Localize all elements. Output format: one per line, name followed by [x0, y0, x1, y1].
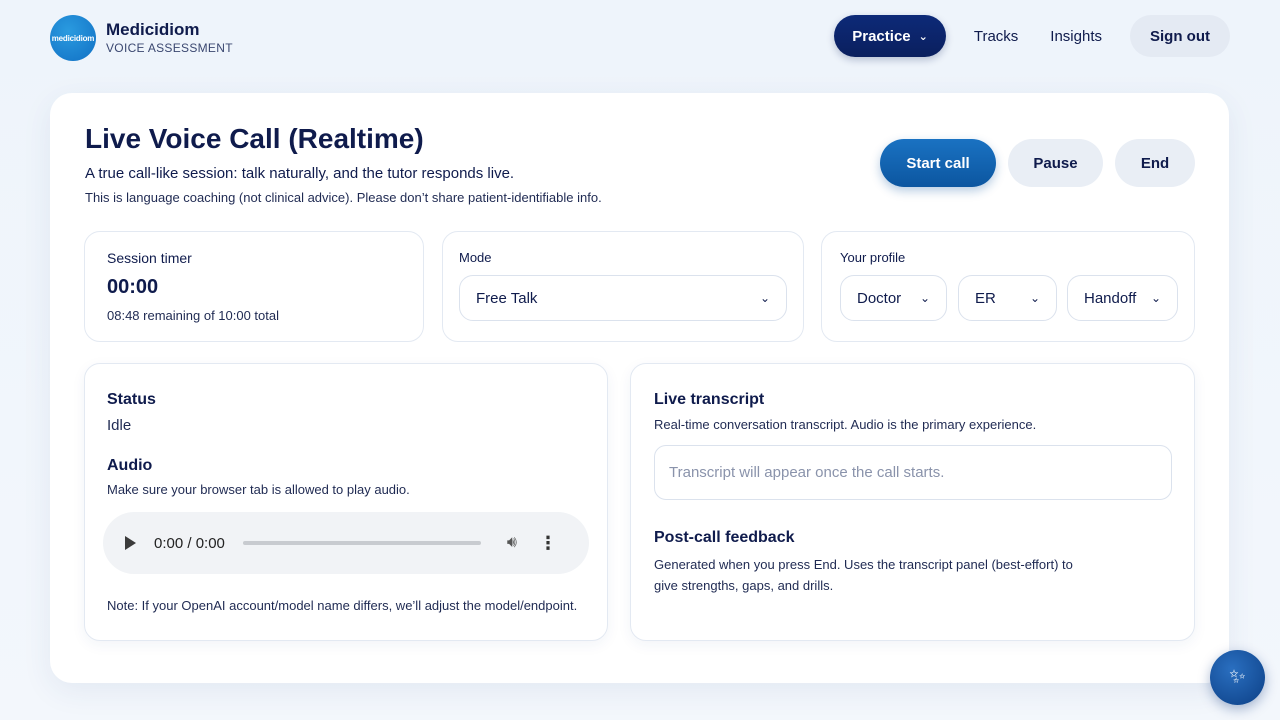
session-timer-value: 00:00: [107, 276, 159, 298]
status-value: Idle: [107, 417, 132, 434]
start-call-button[interactable]: Start call: [880, 139, 996, 187]
end-button[interactable]: End: [1115, 139, 1195, 187]
mode-select[interactable]: Free Talk ⌄: [459, 275, 787, 321]
pause-button[interactable]: Pause: [1008, 139, 1103, 187]
audio-time: 0:00 / 0:00: [154, 534, 225, 552]
audio-progress-bar[interactable]: [242, 541, 481, 545]
top-navigation-bar: medicidiom Medicidiom VOICE ASSESSMENT P…: [0, 0, 1280, 75]
profile-label: Your profile: [840, 250, 906, 265]
brand-logo: medicidiom: [50, 15, 96, 61]
nav-practice-menu[interactable]: Practice ⌄: [834, 15, 946, 57]
chevron-down-icon: ⌄: [1029, 291, 1040, 305]
call-actions: Start call Pause End: [868, 139, 1195, 187]
department-select[interactable]: ER ⌄: [958, 275, 1057, 321]
main-nav: Practice ⌄ Tracks Insights Sign out: [834, 15, 1230, 57]
voice-call-card: Live Voice Call (Realtime) A true call-l…: [50, 93, 1229, 683]
sign-out-button[interactable]: Sign out: [1130, 15, 1230, 57]
chevron-down-icon: ⌄: [919, 291, 930, 305]
audio-heading: Audio: [107, 457, 153, 474]
status-panel: Status Idle Audio Make sure your browser…: [84, 363, 608, 641]
department-selected-value: ER: [975, 289, 996, 307]
model-note: Note: If your OpenAI account/model name …: [107, 598, 578, 613]
page-subtitle: A true call-like session: talk naturally…: [85, 165, 515, 182]
brand-subtitle: VOICE ASSESSMENT: [106, 41, 233, 55]
brand[interactable]: medicidiom Medicidiom VOICE ASSESSMENT: [50, 15, 233, 61]
audio-help-text: Make sure your browser tab is allowed to…: [107, 482, 410, 497]
mode-label: Mode: [459, 250, 492, 265]
chevron-down-icon: ⌄: [759, 291, 770, 305]
play-icon[interactable]: [125, 536, 136, 550]
session-timer-label: Session timer: [107, 250, 192, 266]
feedback-description: Generated when you press End. Uses the t…: [654, 557, 1073, 593]
transcript-description: Real-time conversation transcript. Audio…: [654, 417, 1037, 432]
mode-panel: Mode Free Talk ⌄: [442, 231, 804, 342]
nav-practice-label: Practice: [852, 27, 911, 45]
transcript-heading: Live transcript: [654, 391, 765, 408]
nav-insights-link[interactable]: Insights: [1034, 15, 1118, 57]
feedback-heading: Post-call feedback: [654, 529, 795, 546]
audio-player: 0:00 / 0:00 🔊︎ ⋮: [103, 512, 589, 574]
page-title: Live Voice Call (Realtime): [85, 123, 424, 154]
more-vertical-icon[interactable]: ⋮: [539, 533, 557, 554]
scenario-select[interactable]: Handoff ⌄: [1067, 275, 1178, 321]
session-timer-remaining: 08:48 remaining of 10:00 total: [107, 308, 280, 323]
session-timer-panel: Session timer 00:00 08:48 remaining of 1…: [84, 231, 424, 342]
scenario-selected-value: Handoff: [1084, 289, 1137, 307]
status-heading: Status: [107, 391, 156, 408]
nav-tracks-link[interactable]: Tracks: [958, 15, 1034, 57]
transcript-box[interactable]: Transcript will appear once the call sta…: [654, 445, 1172, 500]
profile-panel: Your profile Doctor ⌄ ER ⌄ Handoff ⌄: [821, 231, 1195, 342]
transcript-panel: Live transcript Real-time conversation t…: [630, 363, 1195, 641]
brand-text: Medicidiom VOICE ASSESSMENT: [106, 20, 233, 56]
role-selected-value: Doctor: [857, 289, 902, 307]
sparkle-icon[interactable]: ✨︎: [1210, 650, 1265, 705]
brand-name: Medicidiom: [106, 20, 200, 39]
mode-selected-value: Free Talk: [476, 289, 538, 307]
disclaimer-text: This is language coaching (not clinical …: [85, 190, 602, 205]
volume-icon[interactable]: 🔊︎: [507, 534, 517, 552]
chevron-down-icon: ⌄: [918, 30, 928, 43]
role-select[interactable]: Doctor ⌄: [840, 275, 947, 321]
chevron-down-icon: ⌄: [1150, 291, 1161, 305]
